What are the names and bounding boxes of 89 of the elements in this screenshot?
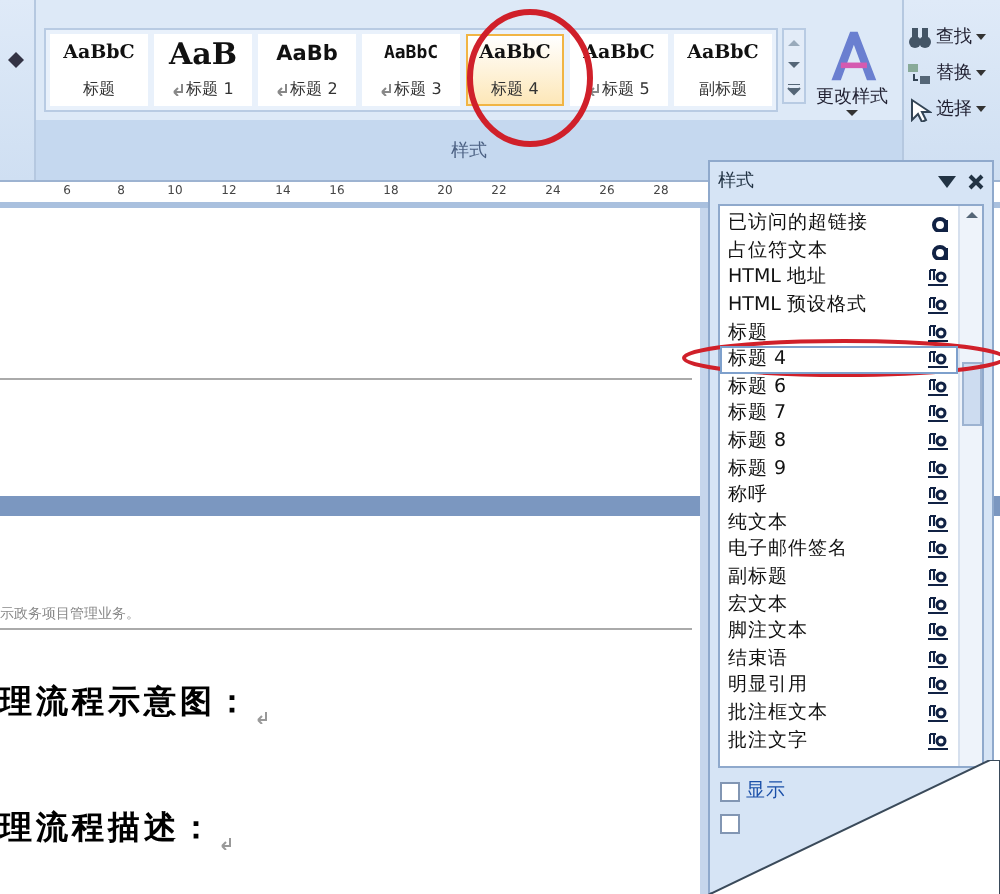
style-preview: AaB — [168, 40, 238, 68]
style-preview: AaBb — [276, 40, 338, 68]
linked-style-icon — [928, 731, 948, 750]
binoculars-icon — [908, 25, 932, 49]
style-list-item[interactable]: 副标题 — [720, 563, 958, 591]
style-list-item[interactable]: 标题 — [720, 318, 958, 346]
return-icon — [276, 83, 289, 95]
caret-icon — [976, 33, 986, 41]
style-list-item[interactable]: 标题 6 — [720, 373, 958, 401]
style-gallery-item[interactable]: AaBbC 标题 4 — [466, 34, 564, 106]
close-icon[interactable] — [968, 173, 984, 189]
linked-style-icon — [928, 676, 948, 695]
checkbox[interactable] — [720, 814, 740, 834]
pointer-icon — [908, 97, 932, 121]
style-preview: AaBbC — [687, 40, 759, 68]
style-gallery-item[interactable]: AaBbC 副标题 — [674, 34, 772, 106]
style-list-item[interactable]: 脚注文本 — [720, 617, 958, 645]
style-list-item[interactable]: 标题 4 — [720, 345, 958, 374]
style-preview: AaBbC — [63, 40, 135, 68]
style-list-item[interactable]: 标题 8 — [720, 427, 958, 455]
linked-style-icon — [928, 323, 948, 342]
scroll-down-icon[interactable] — [786, 60, 802, 72]
replace-icon — [908, 61, 932, 85]
linked-style-icon — [928, 268, 948, 287]
style-list-item[interactable]: 宏文本 — [720, 590, 958, 618]
style-list-item[interactable]: 结束语 — [720, 645, 958, 673]
style-list-item[interactable]: HTML 预设格式 — [720, 291, 958, 319]
caret-icon — [976, 105, 986, 113]
style-gallery-item[interactable]: AaBbC 标题 — [50, 34, 148, 106]
character-style-icon — [932, 241, 948, 260]
caret-icon — [976, 69, 986, 77]
more-icon[interactable] — [786, 84, 802, 96]
return-icon — [588, 83, 601, 95]
style-label: 标题 1 — [172, 78, 234, 100]
linked-style-icon — [928, 350, 948, 369]
paragraph-mark-icon — [220, 838, 232, 850]
linked-style-icon — [928, 296, 948, 315]
linked-style-icon — [928, 568, 948, 587]
style-list-item[interactable]: 纯文本 — [720, 509, 958, 537]
editing-button[interactable]: 查找 — [908, 24, 1000, 50]
group-label: 样式 — [451, 139, 487, 163]
style-list-item[interactable]: 已访问的超链接 — [720, 210, 958, 238]
format-painter-icon[interactable] — [6, 50, 26, 70]
style-list-item[interactable]: 批注文字 — [720, 726, 958, 754]
checkbox-label: 显示 — [746, 778, 786, 804]
style-list-item[interactable]: HTML 地址 — [720, 264, 958, 292]
linked-style-icon — [928, 432, 948, 451]
character-style-icon — [932, 214, 948, 233]
dropdown-icon[interactable] — [938, 175, 956, 187]
style-label: 标题 5 — [588, 78, 650, 100]
return-icon — [380, 83, 393, 95]
style-label: 标题 3 — [380, 78, 442, 100]
style-list-item[interactable]: 电子邮件签名 — [720, 536, 958, 564]
style-list-item[interactable]: 批注框文本 — [720, 699, 958, 727]
style-list-item[interactable]: 明显引用 — [720, 672, 958, 700]
style-gallery-item[interactable]: AaB 标题 1 — [154, 34, 252, 106]
paragraph-mark-icon — [256, 712, 268, 724]
style-gallery-item[interactable]: AaBbC 标题 3 — [362, 34, 460, 106]
scrollbar[interactable] — [958, 206, 982, 766]
linked-style-icon — [928, 540, 948, 559]
gallery-scrollbar[interactable] — [782, 28, 806, 104]
style-label: 标题 2 — [276, 78, 338, 100]
style-label: 标题 4 — [491, 78, 539, 100]
linked-style-icon — [928, 649, 948, 668]
editing-button[interactable]: 选择 — [908, 96, 1000, 122]
style-list-item[interactable]: 标题 7 — [720, 400, 958, 428]
linked-style-icon — [928, 377, 948, 396]
checkbox[interactable] — [720, 781, 740, 801]
linked-style-icon — [928, 459, 948, 478]
linked-style-icon — [928, 595, 948, 614]
scroll-up-icon[interactable] — [963, 206, 979, 222]
style-label: 标题 — [83, 78, 115, 100]
style-preview: AaBbC — [479, 40, 551, 68]
return-icon — [172, 83, 185, 95]
scrollbar-thumb[interactable] — [961, 362, 981, 426]
pane-title: 样式 — [718, 169, 754, 194]
style-label: 副标题 — [699, 78, 747, 100]
style-list-item[interactable]: 标题 9 — [720, 454, 958, 482]
change-styles-button[interactable]: 更改样式 — [812, 28, 892, 118]
style-list-item[interactable]: 占位符文本 — [720, 237, 958, 265]
linked-style-icon — [928, 486, 948, 505]
linked-style-icon — [928, 703, 948, 722]
linked-style-icon — [928, 622, 948, 641]
style-gallery-item[interactable]: AaBb 标题 2 — [258, 34, 356, 106]
editing-button[interactable]: 替换 — [908, 60, 1000, 86]
linked-style-icon — [928, 513, 948, 532]
linked-style-icon — [928, 404, 948, 423]
style-preview: AaBbC — [383, 42, 439, 68]
style-list-item[interactable]: 称呼 — [720, 481, 958, 510]
